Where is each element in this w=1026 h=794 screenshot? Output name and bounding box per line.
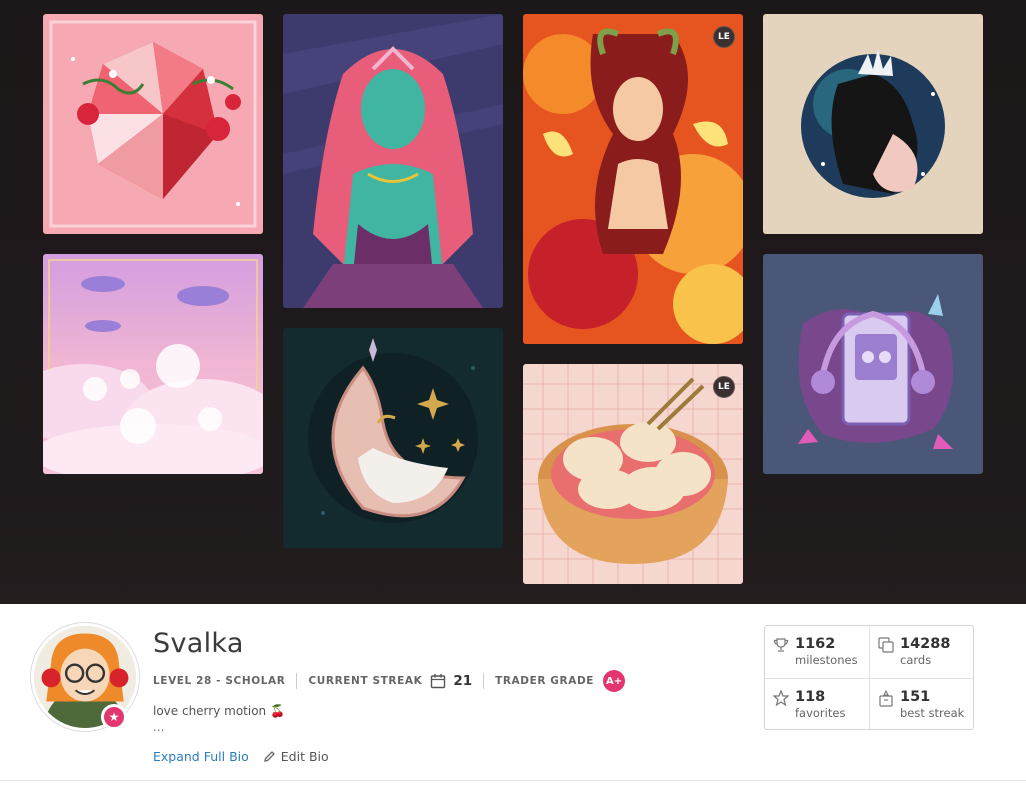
crystal-strawberries-art (43, 14, 263, 234)
expand-bio-link[interactable]: Expand Full Bio (153, 749, 249, 764)
cassette-player-art (763, 254, 983, 474)
favorites-label: favorites (795, 705, 846, 720)
moon-potion-art (283, 328, 503, 548)
star-icon (773, 689, 789, 706)
favorites-value: 118 (795, 688, 826, 705)
stat-best-streak[interactable]: 151 best streak (869, 677, 973, 729)
calendar-icon (431, 674, 446, 689)
limited-edition-badge: LE (713, 26, 735, 48)
streak-value: 21 (453, 673, 473, 689)
username: Svalka (153, 628, 244, 659)
trophy-icon (773, 638, 789, 652)
ice-queen-orb-art (763, 14, 983, 234)
cards-label: cards (900, 653, 932, 667)
gallery-card-cloud-bunnies[interactable] (43, 254, 263, 474)
divider (0, 780, 1026, 781)
divider (296, 673, 298, 689)
stat-cards[interactable]: 14288 cards (869, 626, 973, 678)
milestones-value: 1162 (795, 636, 836, 652)
best-streak-value: 151 (900, 688, 931, 705)
edit-bio-label: Edit Bio (280, 749, 329, 764)
bunny-dumplings-art (523, 364, 743, 584)
fire-warrior-art (523, 14, 743, 344)
gallery-card-ice-queen-orb[interactable] (763, 14, 983, 234)
gallery-card-crystal-strawberries[interactable] (43, 14, 263, 234)
stats-box: 1162 milestones 14288 cards 118 favorite… (764, 625, 974, 730)
limited-edition-badge: LE (713, 376, 735, 398)
streak-icon (879, 689, 893, 707)
level-label: LEVEL 28 - SCHOLAR (153, 675, 286, 687)
bio-actions: Expand Full Bio Edit Bio (153, 749, 329, 764)
cards-value: 14288 (900, 636, 951, 652)
trader-grade-label: TRADER GRADE (495, 675, 595, 687)
bio-text: love cherry motion 🍒 (153, 704, 285, 718)
cards-icon (878, 637, 894, 653)
bio-ellipsis: ... (153, 720, 165, 734)
star-badge-icon: ★ (101, 704, 127, 730)
cloud-bunnies-art (43, 254, 263, 474)
profile-stats-row: LEVEL 28 - SCHOLAR CURRENT STREAK 21 TRA… (153, 670, 626, 692)
gallery-card-moon-potion[interactable] (283, 328, 503, 548)
best-streak-label: best streak (900, 705, 965, 720)
trader-grade-badge[interactable]: A+ (603, 670, 626, 692)
stat-milestones[interactable]: 1162 milestones (765, 626, 869, 678)
streak-label: CURRENT STREAK (308, 675, 423, 687)
gallery-card-bunny-dumplings[interactable]: LE (523, 364, 743, 584)
card-gallery-banner: LE LE (0, 0, 1026, 604)
stat-favorites[interactable]: 118 favorites (765, 677, 869, 730)
pencil-icon (263, 751, 275, 762)
edit-bio-button[interactable]: Edit Bio (263, 749, 329, 764)
sea-goddess-art (283, 14, 503, 308)
milestones-label: milestones (795, 653, 858, 667)
gallery-card-sea-goddess[interactable] (283, 14, 503, 308)
divider (483, 673, 485, 689)
gallery-card-fire-warrior[interactable]: LE (523, 14, 743, 344)
gallery-card-cassette-player[interactable] (763, 254, 983, 474)
